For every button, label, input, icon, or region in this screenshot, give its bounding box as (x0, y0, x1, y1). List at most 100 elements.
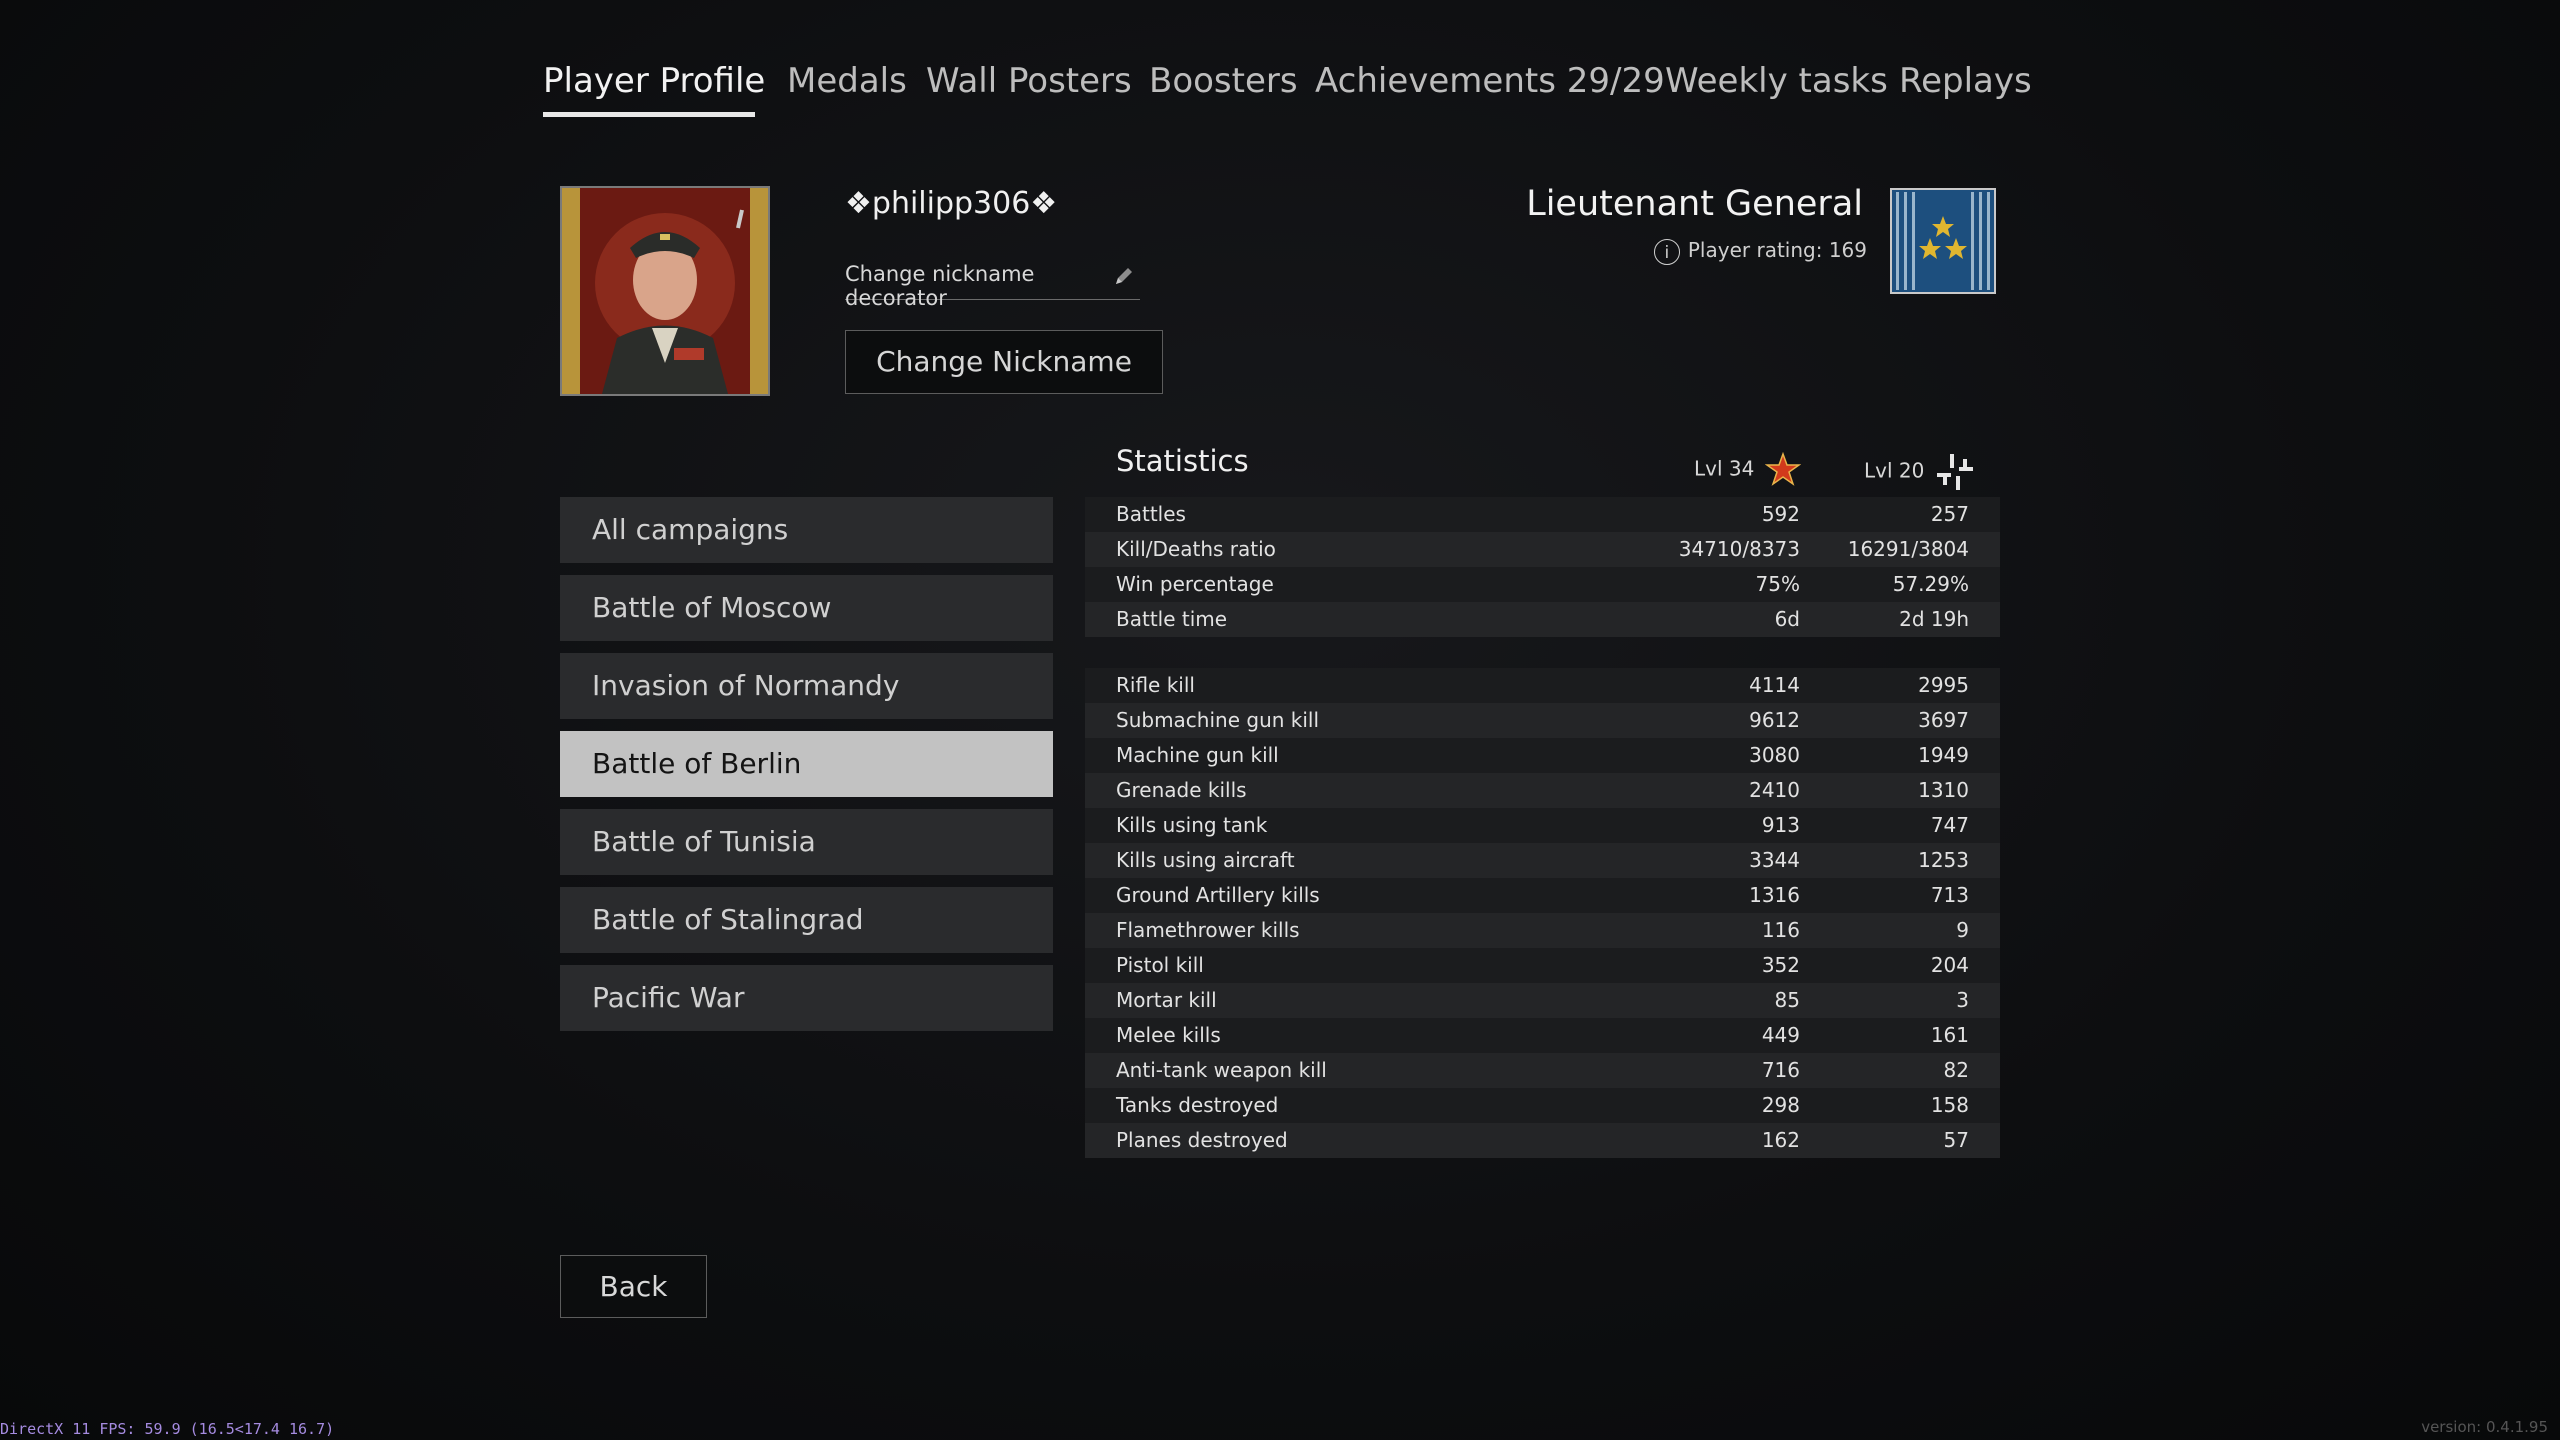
campaign-stalingrad[interactable]: Battle of Stalingrad (560, 887, 1053, 953)
statistics-title: Statistics (1116, 444, 1249, 478)
tab-achievements[interactable]: Achievements 29/29 (1315, 60, 1665, 102)
stat-value-germany: 158 (1930, 1093, 1969, 1117)
avatar[interactable] (560, 186, 770, 396)
stat-label: Pistol kill (1116, 953, 1204, 977)
table-row: Kill/Deaths ratio 34710/8373 16291/3804 (1085, 532, 2000, 567)
germany-level: Lvl 20 (1864, 452, 1975, 492)
tab-medals[interactable]: Medals (787, 60, 907, 102)
stat-value-ussr: 1316 (1749, 883, 1800, 907)
decorator-label: Change nickname decorator (845, 262, 1035, 310)
stat-value-ussr: 3080 (1749, 743, 1800, 767)
stat-value-germany: 747 (1930, 813, 1969, 837)
stat-value-germany: 57.29% (1892, 572, 1969, 596)
stat-label: Rifle kill (1116, 673, 1195, 697)
stat-value-germany: 713 (1930, 883, 1969, 907)
stat-label: Kills using aircraft (1116, 848, 1295, 872)
table-row: Kills using aircraft 3344 1253 (1085, 843, 2000, 878)
stat-value-germany: 57 (1943, 1128, 1969, 1152)
balkenkreuz-icon (1936, 454, 1973, 490)
stat-value-ussr: 592 (1761, 502, 1800, 526)
fps-counter: DirectX 11 FPS: 59.9 (16.5<17.4 16.7) (0, 1420, 335, 1438)
stat-value-germany: 204 (1930, 953, 1969, 977)
stat-value-ussr: 4114 (1749, 673, 1800, 697)
tab-weekly-tasks[interactable]: Weekly tasks (1665, 60, 1888, 102)
table-row: Grenade kills 2410 1310 (1085, 773, 2000, 808)
stat-value-ussr: 85 (1774, 988, 1800, 1012)
rank-insignia-icon (1890, 188, 1996, 294)
campaign-list: All campaigns Battle of Moscow Invasion … (560, 497, 1053, 1043)
soviet-star-icon (1764, 451, 1802, 486)
player-rating-text: Player rating: 169 (1687, 238, 1867, 262)
tab-wall-posters[interactable]: Wall Posters (926, 60, 1132, 102)
active-tab-indicator (543, 112, 755, 117)
stat-label: Planes destroyed (1116, 1128, 1288, 1152)
stat-value-ussr: 449 (1761, 1023, 1800, 1047)
stat-label: Machine gun kill (1116, 743, 1279, 767)
stat-value-germany: 2995 (1918, 673, 1969, 697)
stat-value-germany: 3 (1956, 988, 1969, 1012)
stat-label: Flamethrower kills (1116, 918, 1300, 942)
table-row: Rifle kill 4114 2995 (1085, 668, 2000, 703)
pencil-icon (1112, 264, 1136, 293)
tab-boosters[interactable]: Boosters (1149, 60, 1298, 102)
table-row: Melee kills 449 161 (1085, 1018, 2000, 1053)
stat-label: Tanks destroyed (1116, 1093, 1279, 1117)
stat-value-germany: 1253 (1918, 848, 1969, 872)
campaign-pacific-war[interactable]: Pacific War (560, 965, 1053, 1031)
stat-label: Anti-tank weapon kill (1116, 1058, 1327, 1082)
stat-value-germany: 257 (1930, 502, 1969, 526)
campaign-all[interactable]: All campaigns (560, 497, 1053, 563)
campaign-normandy[interactable]: Invasion of Normandy (560, 653, 1053, 719)
stat-value-ussr: 34710/8373 (1678, 537, 1800, 561)
stat-value-germany: 3697 (1918, 708, 1969, 732)
stat-value-germany: 2d 19h (1899, 607, 1969, 631)
campaign-tunisia[interactable]: Battle of Tunisia (560, 809, 1053, 875)
stat-label: Melee kills (1116, 1023, 1221, 1047)
table-row: Battles 592 257 (1085, 497, 2000, 532)
table-row: Kills using tank 913 747 (1085, 808, 2000, 843)
table-row: Submachine gun kill 9612 3697 (1085, 703, 2000, 738)
stat-value-ussr: 716 (1761, 1058, 1800, 1082)
table-row: Machine gun kill 3080 1949 (1085, 738, 2000, 773)
stat-value-ussr: 162 (1761, 1128, 1800, 1152)
table-row: Flamethrower kills 116 9 (1085, 913, 2000, 948)
stat-label: Battles (1116, 502, 1186, 526)
stat-value-germany: 82 (1943, 1058, 1969, 1082)
info-icon[interactable]: i (1653, 238, 1680, 265)
stat-value-ussr: 298 (1761, 1093, 1800, 1117)
table-row: Battle time 6d 2d 19h (1085, 602, 2000, 637)
stat-label: Grenade kills (1116, 778, 1247, 802)
player-rating: i Player rating: 169 (1653, 238, 1867, 265)
stat-value-germany: 9 (1956, 918, 1969, 942)
rank-title: Lieutenant General (1526, 184, 1863, 224)
ussr-level: Lvl 34 (1694, 451, 1802, 488)
table-row: Tanks destroyed 298 158 (1085, 1088, 2000, 1123)
tab-replays[interactable]: Replays (1899, 60, 2032, 102)
stat-label: Battle time (1116, 607, 1228, 631)
player-nickname: ❖philipp306❖ (845, 186, 1058, 221)
change-nickname-decorator[interactable]: Change nickname decorator (845, 262, 1140, 310)
stat-value-germany: 1949 (1918, 743, 1969, 767)
stat-label: Mortar kill (1116, 988, 1217, 1012)
stats-summary-table: Battles 592 257 Kill/Deaths ratio 34710/837… (1085, 497, 2000, 637)
germany-level-text: Lvl 20 (1864, 458, 1925, 483)
stat-value-ussr: 3344 (1749, 848, 1800, 872)
stat-value-ussr: 6d (1774, 607, 1800, 631)
campaign-moscow[interactable]: Battle of Moscow (560, 575, 1053, 641)
campaign-berlin[interactable]: Battle of Berlin (560, 731, 1053, 797)
table-row: Planes destroyed 162 57 (1085, 1123, 2000, 1158)
stat-value-ussr: 352 (1761, 953, 1800, 977)
stat-value-ussr: 75% (1755, 572, 1800, 596)
version-label: version: 0.4.1.95 (2421, 1418, 2548, 1436)
table-row: Mortar kill 85 3 (1085, 983, 2000, 1018)
stat-value-ussr: 913 (1761, 813, 1800, 837)
back-button[interactable]: Back (560, 1255, 707, 1318)
tab-player-profile[interactable]: Player Profile (543, 60, 765, 102)
stat-label: Submachine gun kill (1116, 708, 1320, 732)
stat-value-ussr: 9612 (1749, 708, 1800, 732)
change-nickname-button[interactable]: Change Nickname (845, 330, 1163, 394)
table-row: Anti-tank weapon kill 716 82 (1085, 1053, 2000, 1088)
stat-value-germany: 16291/3804 (1847, 537, 1969, 561)
stat-value-germany: 161 (1930, 1023, 1969, 1047)
stat-value-ussr: 116 (1761, 918, 1800, 942)
